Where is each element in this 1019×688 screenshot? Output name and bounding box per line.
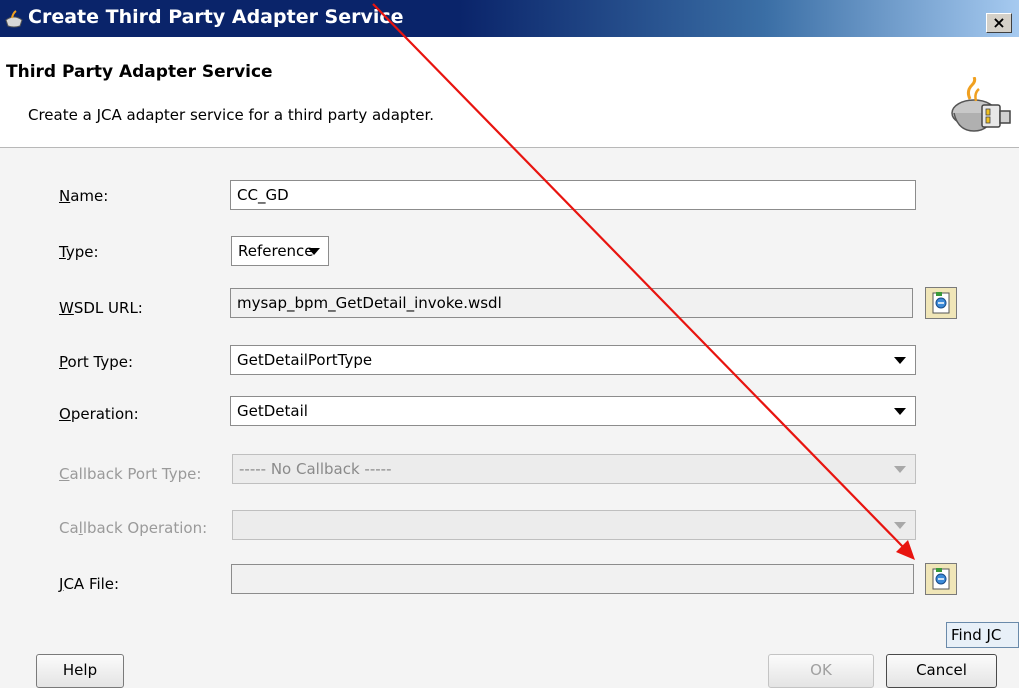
callback-operation-label: Callback Operation:: [59, 519, 208, 537]
jca-file-label: JCA File:: [59, 575, 120, 593]
chevron-down-icon: [894, 408, 906, 415]
chevron-down-icon: [894, 466, 906, 473]
close-button[interactable]: ×: [986, 13, 1012, 33]
port-type-label: Port Type:: [59, 353, 134, 371]
callback-port-type-label: Callback Port Type:: [59, 465, 202, 483]
page-subtitle: Create a JCA adapter service for a third…: [28, 106, 435, 124]
adapter-service-icon: [5, 10, 23, 28]
chevron-down-icon: [894, 357, 906, 364]
type-label: Type:: [59, 243, 99, 261]
find-wsdl-button[interactable]: [925, 287, 957, 319]
port-type-dropdown[interactable]: GetDetailPortType: [230, 345, 916, 375]
callback-port-type-dropdown[interactable]: ----- No Callback -----: [232, 454, 916, 484]
title-bar: Create Third Party Adapter Service ×: [0, 0, 1019, 37]
find-icon: [932, 568, 950, 590]
name-input[interactable]: CC_GD: [230, 180, 916, 210]
type-dropdown[interactable]: Reference: [231, 236, 329, 266]
operation-value: GetDetail: [237, 402, 308, 420]
operation-dropdown[interactable]: GetDetail: [230, 396, 916, 426]
help-button[interactable]: Help: [36, 654, 124, 688]
jca-file-input[interactable]: [231, 564, 914, 594]
name-label: Name:: [59, 187, 109, 205]
wsdl-url-label: WSDL URL:: [59, 299, 143, 317]
find-icon: [932, 292, 950, 314]
page-title: Third Party Adapter Service: [6, 62, 273, 82]
wizard-header: Third Party Adapter Service Create a JCA…: [0, 37, 1019, 148]
tooltip: Find JC: [946, 622, 1019, 648]
cancel-button[interactable]: Cancel: [886, 654, 997, 688]
window-title: Create Third Party Adapter Service: [28, 6, 404, 28]
port-type-value: GetDetailPortType: [237, 351, 373, 369]
ok-button[interactable]: OK: [768, 654, 874, 688]
wsdl-url-input[interactable]: mysap_bpm_GetDetail_invoke.wsdl: [230, 288, 913, 318]
adapter-plug-icon: [951, 77, 1011, 132]
chevron-down-icon: [308, 248, 320, 255]
callback-operation-dropdown[interactable]: [232, 510, 916, 540]
callback-port-type-value: ----- No Callback -----: [239, 460, 392, 478]
operation-label: Operation:: [59, 405, 139, 423]
chevron-down-icon: [894, 522, 906, 529]
type-value: Reference: [238, 242, 314, 260]
find-jca-file-button[interactable]: [925, 563, 957, 595]
